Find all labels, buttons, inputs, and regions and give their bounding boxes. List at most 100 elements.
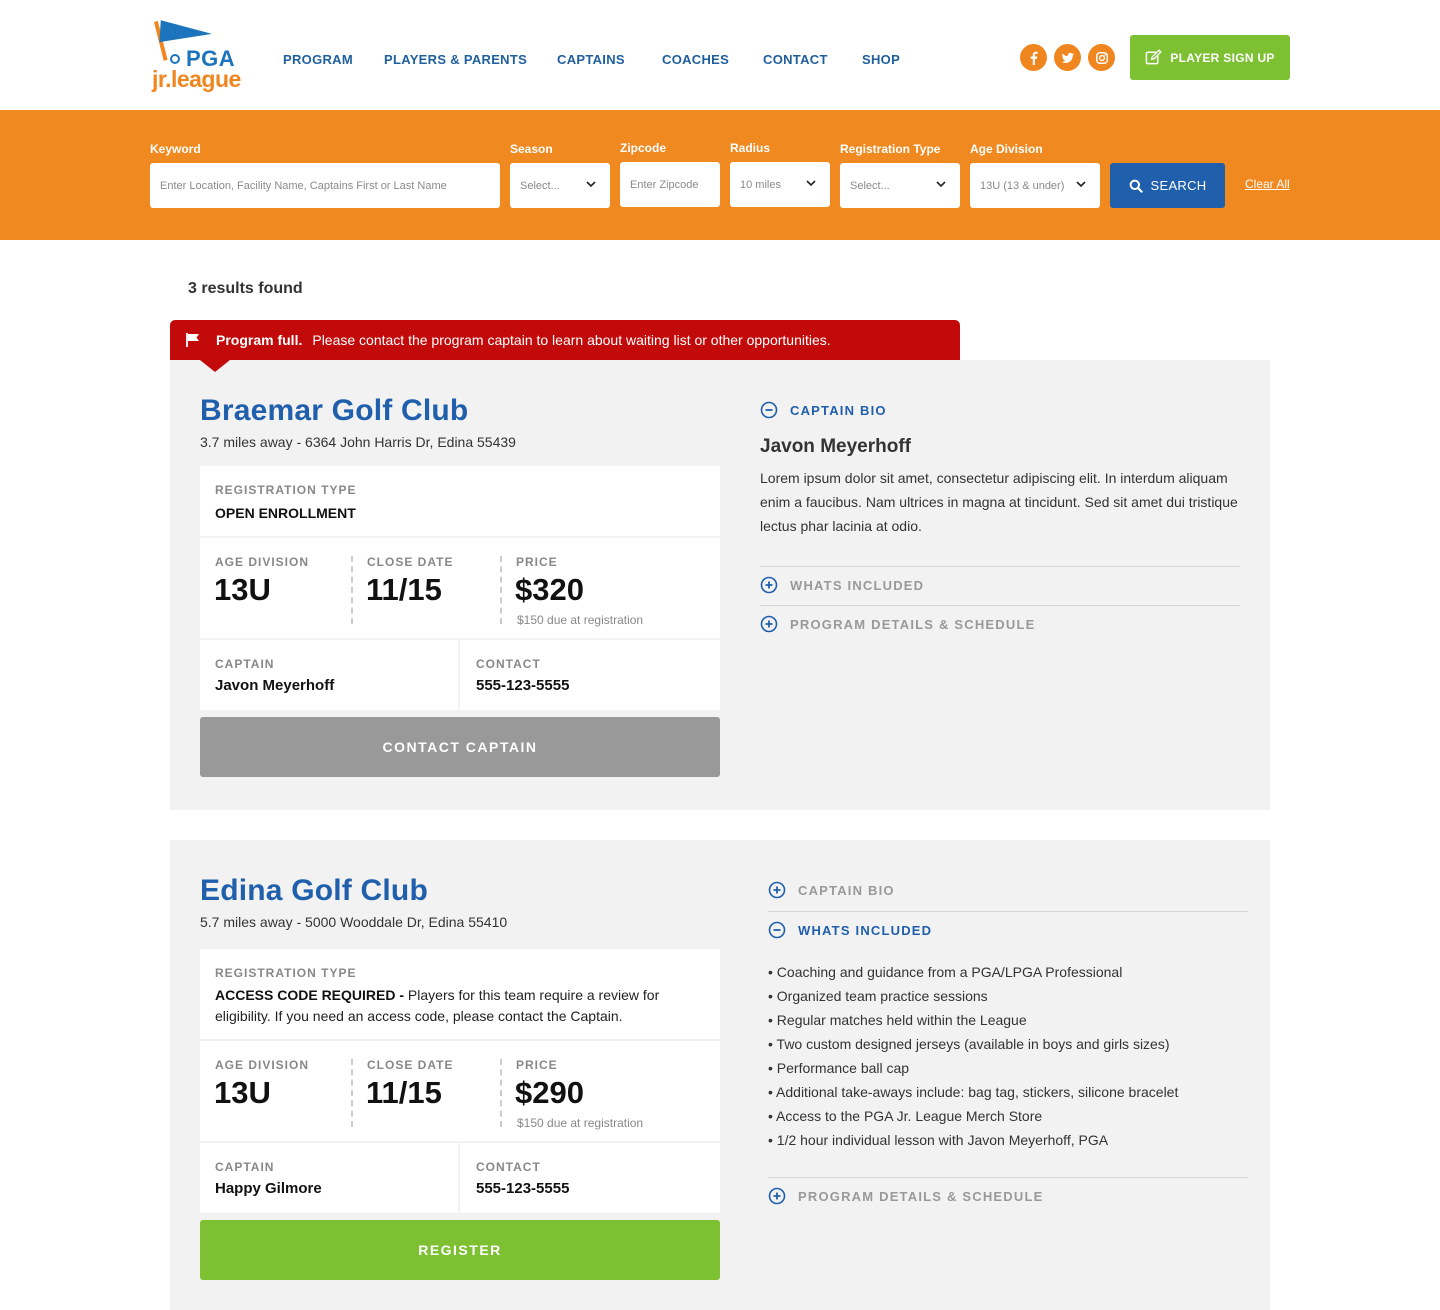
registration-type-description: ACCESS CODE REQUIRED - Players for this … (215, 985, 705, 1027)
captain-bio-label: CAPTAIN BIO (790, 402, 887, 418)
price-value: $320 (515, 572, 584, 607)
zipcode-label: Zipcode (620, 141, 667, 155)
whats-included-toggle[interactable]: WHATS INCLUDED (760, 575, 924, 595)
contact-phone[interactable]: 555-123-5555 (476, 1180, 569, 1197)
age-division-value: 13U (13 & under) (980, 179, 1065, 192)
club-address: 3.7 miles away - 6364 John Harris Dr, Ed… (200, 434, 516, 450)
program-details-label: PROGRAM DETAILS & SCHEDULE (790, 616, 1036, 632)
logo-flag (159, 20, 213, 46)
close-date-value: 11/15 (366, 572, 442, 607)
contact-captain-button[interactable]: CONTACT CAPTAIN (200, 717, 720, 777)
age-division-value: 13U (214, 572, 271, 607)
nav-players-parents[interactable]: PLAYERS & PARENTS (384, 52, 527, 67)
twitter-icon[interactable] (1054, 44, 1081, 71)
price-due-note: $150 due at registration (517, 1116, 644, 1130)
captain-name: Happy Gilmore (215, 1180, 322, 1197)
nav-program[interactable]: PROGRAM (283, 52, 353, 67)
program-full-title: Program full. (216, 332, 303, 348)
whats-included-label: WHATS INCLUDED (798, 922, 933, 938)
whats-included-label: WHATS INCLUDED (790, 577, 925, 593)
chevron-down-icon (586, 181, 596, 188)
program-details-toggle[interactable]: PROGRAM DETAILS & SCHEDULE (768, 1186, 1043, 1206)
nav-coaches[interactable]: COACHES (662, 52, 729, 67)
divider (500, 1059, 502, 1127)
list-item: Access to the PGA Jr. League Merch Store (768, 1104, 1178, 1128)
age-division-select[interactable]: 13U (13 & under) (970, 163, 1100, 208)
program-full-notice: Program full. Please contact the program… (170, 320, 960, 360)
program-details-toggle[interactable]: PROGRAM DETAILS & SCHEDULE (760, 614, 1035, 634)
program-card: Edina Golf Club 5.7 miles away - 5000 Wo… (170, 840, 1270, 1310)
logo-golf-ball (170, 54, 180, 64)
search-button[interactable]: SEARCH (1110, 163, 1225, 208)
close-date-label: CLOSE DATE (367, 1058, 454, 1072)
list-item: Organized team practice sessions (768, 984, 1178, 1008)
notice-pointer (200, 360, 230, 372)
captain-label: CAPTAIN (215, 1160, 275, 1174)
register-button[interactable]: REGISTER (200, 1220, 720, 1280)
divider (768, 1177, 1248, 1178)
registration-type-box: REGISTRATION TYPE OPEN ENROLLMENT (200, 466, 720, 536)
price-label: PRICE (516, 1058, 558, 1072)
chevron-down-icon (1076, 181, 1086, 188)
radius-label: Radius (730, 141, 771, 155)
club-name[interactable]: Edina Golf Club (200, 874, 428, 908)
whats-included-list: Coaching and guidance from a PGA/LPGA Pr… (768, 960, 1178, 1152)
close-date-value: 11/15 (366, 1075, 442, 1110)
pga-jr-league-logo[interactable]: PGA jr.league (150, 20, 250, 96)
divider (351, 556, 353, 624)
contact-label: CONTACT (476, 1160, 541, 1174)
whats-included-toggle[interactable]: WHATS INCLUDED (768, 920, 932, 940)
contact-phone[interactable]: 555-123-5555 (476, 677, 569, 694)
nav-contact[interactable]: CONTACT (763, 52, 828, 67)
captain-name: Javon Meyerhoff (215, 677, 335, 694)
registration-type-box: REGISTRATION TYPE ACCESS CODE REQUIRED -… (200, 949, 720, 1039)
results-count: 3 results found (188, 280, 303, 297)
age-division-value: 13U (214, 1075, 271, 1110)
registration-type-value: ACCESS CODE REQUIRED - (215, 987, 405, 1003)
list-item: Two custom designed jerseys (available i… (768, 1032, 1178, 1056)
registration-type-select[interactable]: Select... (840, 163, 960, 208)
price-due-note: $150 due at registration (517, 613, 644, 627)
instagram-icon[interactable] (1088, 44, 1115, 71)
program-details-label: PROGRAM DETAILS & SCHEDULE (798, 1188, 1044, 1204)
price-label: PRICE (516, 555, 558, 569)
registration-type-value: Select... (850, 179, 890, 192)
chevron-down-icon (936, 181, 946, 188)
player-sign-up-button[interactable]: PLAYER SIGN UP (1130, 35, 1290, 80)
registration-type-label: Registration Type (840, 142, 941, 156)
club-name[interactable]: Braemar Golf Club (200, 394, 468, 428)
season-label: Season (510, 142, 553, 156)
radius-select[interactable]: 10 miles (730, 162, 830, 207)
captain-bio-name: Javon Meyerhoff (760, 436, 911, 457)
keyword-placeholder: Enter Location, Facility Name, Captains … (160, 179, 447, 192)
program-stats-box: AGE DIVISION 13U CLOSE DATE 11/15 PRICE … (200, 1041, 720, 1141)
age-division-label: AGE DIVISION (215, 555, 310, 569)
minus-circle-icon (768, 921, 786, 939)
list-item: Performance ball cap (768, 1056, 1178, 1080)
nav-captains[interactable]: CAPTAINS (557, 52, 625, 67)
season-select-value: Select... (520, 179, 560, 192)
captain-bio-text: Lorem ipsum dolor sit amet, consectetur … (760, 470, 1238, 534)
player-sign-up-label: PLAYER SIGN UP (1170, 50, 1275, 65)
minus-circle-icon (760, 401, 778, 419)
divider (760, 605, 1240, 606)
search-icon (1129, 179, 1143, 193)
program-search-bar: Keyword Enter Location, Facility Name, C… (0, 110, 1440, 240)
zipcode-input[interactable]: Enter Zipcode (620, 162, 720, 207)
keyword-label: Keyword (150, 142, 201, 156)
registration-type-value: OPEN ENROLLMENT (215, 505, 356, 521)
clear-all-link[interactable]: Clear All (1245, 177, 1290, 191)
captain-bio-toggle[interactable]: CAPTAIN BIO (760, 400, 887, 420)
captain-bio-toggle[interactable]: CAPTAIN BIO (768, 880, 895, 900)
facebook-icon[interactable] (1020, 44, 1047, 71)
program-stats-box: AGE DIVISION 13U CLOSE DATE 11/15 PRICE … (200, 538, 720, 638)
contact-box: CONTACT 555-123-5555 (460, 1143, 720, 1213)
season-select[interactable]: Select... (510, 163, 610, 208)
nav-shop[interactable]: SHOP (862, 52, 900, 67)
keyword-input[interactable]: Enter Location, Facility Name, Captains … (150, 163, 500, 208)
edit-icon (1145, 49, 1163, 65)
plus-circle-icon (768, 1187, 786, 1205)
divider (500, 556, 502, 624)
contact-box: CONTACT 555-123-5555 (460, 640, 720, 710)
list-item: Coaching and guidance from a PGA/LPGA Pr… (768, 960, 1178, 984)
